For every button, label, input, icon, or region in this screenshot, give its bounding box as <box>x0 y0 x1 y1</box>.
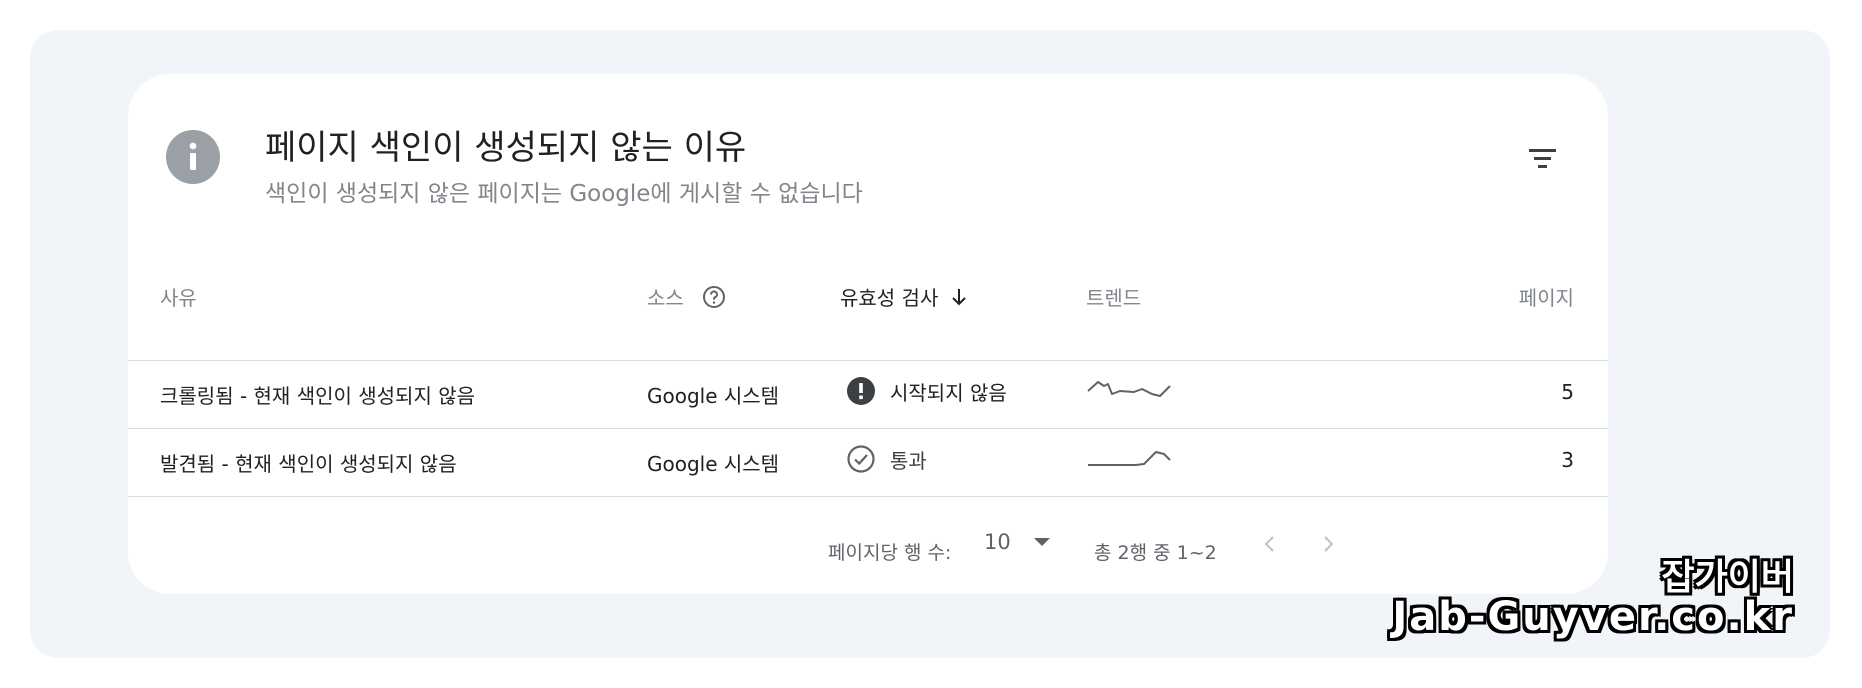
header-divider <box>128 360 1608 361</box>
exclamation-circle-icon <box>847 377 875 405</box>
column-header-validation[interactable]: 유효성 검사 <box>840 282 968 311</box>
row-reason: 발견됨 - 현재 색인이 생성되지 않음 <box>160 452 457 476</box>
column-header-trend[interactable]: 트렌드 <box>1086 282 1141 311</box>
row-pages: 3 <box>1561 448 1574 472</box>
row-reason: 크롤링됨 - 현재 색인이 생성되지 않음 <box>160 384 476 408</box>
check-circle-icon <box>847 445 875 473</box>
trend-sparkline <box>1088 451 1171 466</box>
column-header-pages[interactable]: 페이지 <box>1519 282 1574 311</box>
row-validation: 시작되지 않음 <box>846 376 1007 406</box>
column-header-reason[interactable]: 사유 <box>160 282 197 311</box>
sort-descending-icon <box>952 288 967 305</box>
row-divider <box>128 428 1608 429</box>
filter-button[interactable] <box>1523 142 1563 174</box>
watermark-korean: 잡가이버 <box>1661 557 1794 598</box>
row-source: Google 시스템 <box>647 384 780 408</box>
column-header-validation-label: 유효성 검사 <box>840 286 939 310</box>
card-subtitle: 색인이 생성되지 않은 페이지는 Google에 게시할 수 없습니다 <box>265 181 863 207</box>
watermark-url: Jab-Guyver.co.kr <box>1392 594 1794 640</box>
not-indexed-reasons-card: 페이지 색인이 생성되지 않는 이유 색인이 생성되지 않은 페이지는 Goog… <box>128 74 1608 594</box>
dropdown-arrow-icon <box>1033 538 1050 546</box>
row-validation-label: 시작되지 않음 <box>890 380 1007 405</box>
rows-per-page-select[interactable]: 10 <box>984 530 1051 554</box>
card-title: 페이지 색인이 생성되지 않는 이유 <box>265 128 747 168</box>
column-header-source[interactable]: 소스 <box>647 282 726 311</box>
row-source: Google 시스템 <box>647 452 780 476</box>
row-validation-label: 통과 <box>890 448 927 473</box>
help-icon[interactable] <box>702 285 726 309</box>
next-page-button[interactable] <box>1308 524 1348 564</box>
filter-icon <box>1529 149 1556 168</box>
row-validation: 통과 <box>846 444 927 474</box>
pagination-range: 총 2행 중 1~2 <box>1094 542 1217 564</box>
chevron-right-icon <box>1324 536 1334 552</box>
previous-page-button[interactable] <box>1250 524 1290 564</box>
row-pages: 5 <box>1561 380 1574 404</box>
rows-per-page-label: 페이지당 행 수: <box>828 542 952 564</box>
info-icon <box>166 130 220 184</box>
trend-sparkline <box>1087 381 1171 397</box>
column-header-source-label: 소스 <box>647 286 684 310</box>
chevron-left-icon <box>1264 536 1274 552</box>
rows-per-page-value: 10 <box>984 530 1011 554</box>
table-bottom-divider <box>128 496 1608 497</box>
